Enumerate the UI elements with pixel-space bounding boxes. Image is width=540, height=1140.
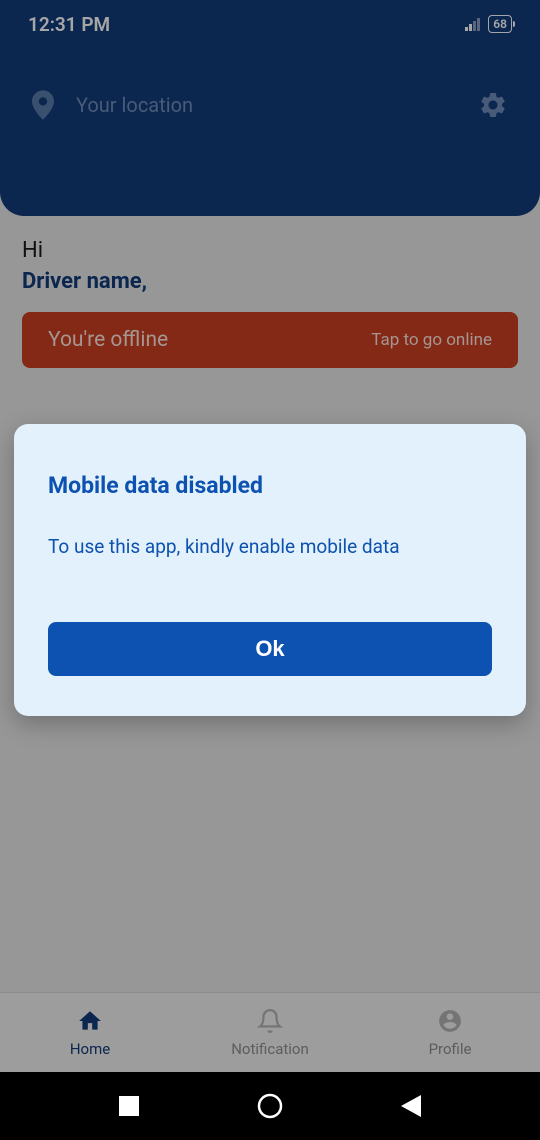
dialog-title: Mobile data disabled <box>48 472 492 499</box>
home-button[interactable] <box>257 1093 283 1119</box>
back-button[interactable] <box>401 1095 421 1117</box>
dialog-message: To use this app, kindly enable mobile da… <box>48 535 492 558</box>
recent-apps-button[interactable] <box>119 1096 139 1116</box>
mobile-data-dialog: Mobile data disabled To use this app, ki… <box>14 424 526 716</box>
ok-button[interactable]: Ok <box>48 622 492 676</box>
system-nav-bar <box>0 1072 540 1140</box>
